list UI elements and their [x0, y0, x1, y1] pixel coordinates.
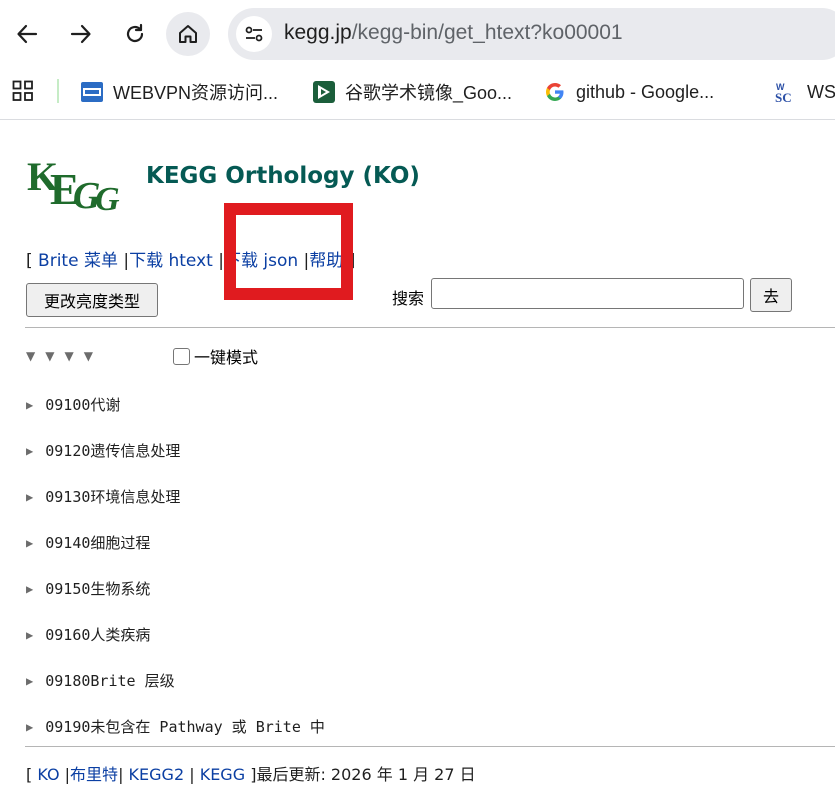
footer-kegg2-link[interactable]: KEGG2 — [129, 765, 185, 784]
search-input[interactable] — [431, 278, 744, 309]
download-htext-link[interactable]: 下载 htext — [129, 251, 213, 271]
arrow-left-icon — [17, 24, 38, 44]
arrow-right-icon — [70, 24, 91, 44]
expand-arrow-icon[interactable]: ▶ — [26, 720, 33, 734]
tree-label: Brite 层级 — [90, 672, 175, 690]
tree-item[interactable]: ▶ 09150 生物系统 — [26, 578, 150, 599]
forward-button[interactable] — [59, 12, 103, 56]
url-host: kegg.jp — [284, 21, 352, 44]
expand-arrow-icon[interactable]: ▶ — [26, 628, 33, 642]
wsc-icon: W SC — [774, 80, 798, 104]
expand-arrow-icon[interactable]: ▶ — [26, 674, 33, 688]
tree-label: 人类疾病 — [90, 626, 151, 644]
bookmarks-separator — [57, 79, 59, 103]
url-path: /kegg-bin/get_htext?ko00001 — [351, 21, 623, 44]
tree-label: 生物系统 — [90, 580, 151, 598]
bookmark-github-google[interactable]: github - Google... — [543, 79, 714, 105]
tree-code: 09100 — [45, 395, 91, 414]
expand-level-3-icon[interactable]: ▼ — [64, 349, 73, 363]
bookmark-label: WEBVPN资源访问... — [113, 83, 279, 103]
expand-arrow-icon[interactable]: ▶ — [26, 490, 33, 504]
tree-item[interactable]: ▶ 09100 代谢 — [26, 394, 120, 415]
oneclick-mode[interactable]: 一键模式 — [173, 344, 258, 368]
expand-arrow-icon[interactable]: ▶ — [26, 398, 33, 412]
last-updated: 最后更新: 2026 年 1 月 27 日 — [256, 765, 476, 784]
tree-code: 09150 — [45, 579, 91, 598]
footer: [ KO |布里特| KEGG2 | KEGG ]最后更新: 2026 年 1 … — [26, 761, 476, 785]
oneclick-label: 一键模式 — [194, 348, 259, 367]
expand-level-4-icon[interactable]: ▼ — [84, 349, 93, 363]
footer-separator: | — [118, 765, 124, 784]
reload-icon — [126, 23, 144, 43]
tree-label: 未包含在 Pathway 或 Brite 中 — [90, 718, 325, 736]
bookmark-label: 谷歌学术镜像_Goo... — [345, 83, 513, 103]
tree-code: 09160 — [45, 625, 91, 644]
tree-label: 细胞过程 — [90, 534, 151, 552]
tree-code: 09120 — [45, 441, 91, 460]
go-button[interactable]: 去 — [750, 278, 792, 312]
tree-label: 代谢 — [90, 396, 121, 414]
browser-toolbar: kegg.jp/kegg-bin/get_htext?ko00001 — [0, 0, 835, 68]
tree-item[interactable]: ▶ 09160 人类疾病 — [26, 624, 150, 645]
svg-text:SC: SC — [775, 90, 792, 104]
home-icon — [179, 25, 197, 43]
brite-menu-link[interactable]: Brite 菜单 — [38, 251, 118, 271]
tree-item[interactable]: ▶ 09140 细胞过程 — [26, 532, 150, 553]
home-button[interactable] — [166, 12, 210, 56]
search-label: 搜索 — [392, 289, 425, 308]
expand-arrow-icon[interactable]: ▶ — [26, 444, 33, 458]
kegg-logo: K E G G — [27, 154, 120, 218]
tree-item[interactable]: ▶ 09130 环境信息处理 — [26, 486, 180, 507]
change-brightness-button[interactable]: 更改亮度类型 — [26, 283, 158, 317]
back-button[interactable] — [5, 12, 49, 56]
svg-text:G: G — [95, 181, 120, 218]
menu-bracket-open: [ — [26, 251, 33, 271]
site-info-button[interactable] — [236, 16, 272, 52]
divider-bottom — [25, 746, 835, 747]
tree-item[interactable]: ▶ 09190 未包含在 Pathway 或 Brite 中 — [26, 716, 325, 737]
oneclick-checkbox[interactable] — [173, 347, 190, 365]
tree-label: 环境信息处理 — [90, 488, 181, 506]
footer-bracket-open: [ — [26, 765, 33, 784]
footer-brite-link[interactable]: 布里特 — [70, 765, 118, 784]
red-highlight-box — [224, 203, 353, 300]
expand-level-1-icon[interactable]: ▼ — [26, 349, 35, 363]
page-title: KEGG Orthology (KO) — [146, 163, 420, 189]
bookmark-scholar-mirror[interactable]: 谷歌学术镜像_Goo... — [312, 79, 512, 105]
footer-ko-link[interactable]: KO — [37, 765, 59, 784]
tree-code: 09180 — [45, 671, 91, 690]
bookmark-wsc[interactable]: W SC WS — [774, 79, 835, 105]
url-text[interactable]: kegg.jp/kegg-bin/get_htext?ko00001 — [284, 21, 623, 45]
footer-separator: | — [189, 765, 195, 784]
expand-arrow-icon[interactable]: ▶ — [26, 536, 33, 550]
address-bar[interactable]: kegg.jp/kegg-bin/get_htext?ko00001 — [228, 8, 835, 60]
bookmark-webvpn[interactable]: WEBVPN资源访问... — [80, 79, 278, 105]
tree-code: 09130 — [45, 487, 91, 506]
tree-item[interactable]: ▶ 09120 遗传信息处理 — [26, 440, 180, 461]
scholar-mirror-icon — [312, 80, 336, 104]
tree-code: 09140 — [45, 533, 91, 552]
divider-top — [25, 327, 835, 328]
reload-button[interactable] — [113, 12, 157, 56]
bookmark-label: WS — [807, 81, 835, 102]
tree-code: 09190 — [45, 717, 91, 736]
bookmark-label: github - Google... — [576, 81, 715, 102]
tree-item[interactable]: ▶ 09180 Brite 层级 — [26, 670, 175, 691]
tree-label: 遗传信息处理 — [90, 442, 181, 460]
webvpn-icon — [80, 80, 104, 104]
google-g-icon — [543, 80, 567, 104]
apps-grid-icon[interactable] — [12, 80, 34, 102]
expand-arrow-icon[interactable]: ▶ — [26, 582, 33, 596]
tune-icon — [245, 26, 263, 42]
footer-kegg-link[interactable]: KEGG — [200, 765, 245, 784]
level-expanders: ▼ ▼ ▼ ▼ — [26, 349, 93, 363]
expand-level-2-icon[interactable]: ▼ — [45, 349, 54, 363]
